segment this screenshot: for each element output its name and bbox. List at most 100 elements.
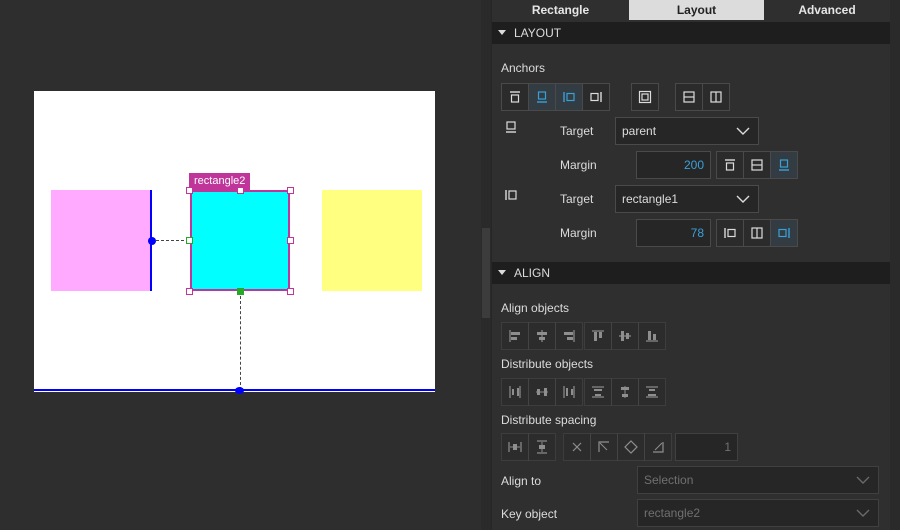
layout-section-title: LAYOUT (514, 26, 562, 40)
distribute-center-icon (536, 388, 548, 396)
horizontal-target-combobox[interactable]: rectangle1 (615, 185, 759, 213)
distribute-top-icon (592, 386, 604, 398)
rectangle3[interactable] (322, 190, 422, 291)
resize-handle-bottom-left[interactable] (186, 288, 193, 295)
distribute-middle-button[interactable] (611, 378, 639, 406)
tab-advanced[interactable]: Advanced (764, 0, 890, 20)
panel-scrollbar[interactable] (890, 0, 900, 530)
anchor-right-icon (778, 228, 790, 238)
distribute-vertical-buttons (584, 378, 666, 406)
chevron-down-icon (736, 195, 750, 203)
close-icon (572, 442, 582, 452)
anchor-fill-button[interactable] (631, 83, 659, 111)
resize-handle-top[interactable] (237, 187, 244, 194)
align-top-button[interactable] (584, 322, 612, 350)
resize-handle-right[interactable] (287, 237, 294, 244)
align-horizontal-buttons (501, 322, 583, 350)
distribute-center-button[interactable] (528, 378, 556, 406)
vertical-margin-spinbox[interactable]: 200 (636, 151, 711, 179)
rectangle2-selected[interactable] (190, 190, 290, 291)
distribute-right-button[interactable] (555, 378, 583, 406)
vertical-anchor-bottom-button[interactable] (770, 151, 798, 179)
anchor-vertical-center-button[interactable] (675, 83, 703, 111)
property-tabs: Rectangle Layout Advanced (492, 0, 890, 20)
chevron-down-icon (856, 509, 870, 517)
align-vertical-buttons (584, 322, 666, 350)
key-object-label: Key object (501, 507, 558, 521)
distribute-spacing-buttons (501, 433, 556, 461)
spacing-none-button[interactable] (563, 433, 591, 461)
vertical-target-value: parent (622, 124, 657, 138)
anchor-handle-left[interactable] (186, 237, 193, 244)
distribute-top-button[interactable] (584, 378, 612, 406)
diamond-icon (624, 440, 638, 454)
vertical-margin-guide (240, 296, 241, 390)
anchor-top-button[interactable] (501, 83, 529, 111)
anchor-horizontal-center-icon (710, 91, 722, 103)
corner-bottom-right-icon (653, 442, 664, 453)
align-left-button[interactable] (501, 322, 529, 350)
align-right-icon (564, 330, 575, 342)
bottom-anchor-icon (506, 121, 516, 133)
chevron-down-icon (736, 127, 750, 135)
spacing-center-button[interactable] (617, 433, 645, 461)
collapse-arrow-icon (498, 30, 506, 35)
vertical-anchor-center-button[interactable] (743, 151, 771, 179)
spacing-bottom-right-button[interactable] (644, 433, 672, 461)
rectangle1[interactable] (51, 190, 151, 291)
spacing-value-spinbox[interactable]: 1 (675, 433, 738, 461)
align-bottom-button[interactable] (638, 322, 666, 350)
anchor-edge-buttons (501, 83, 610, 111)
layout-section-header[interactable]: LAYOUT (492, 22, 890, 44)
key-object-combobox[interactable]: rectangle2 (637, 499, 879, 527)
horizontal-margin-guide (156, 240, 189, 241)
anchor-right-button[interactable] (582, 83, 610, 111)
horizontal-anchor-center-button[interactable] (743, 219, 771, 247)
key-object-value: rectangle2 (644, 506, 701, 520)
anchor-bottom-button[interactable] (528, 83, 556, 111)
resize-handle-bottom-right[interactable] (287, 288, 294, 295)
resize-handle-top-left[interactable] (186, 187, 193, 194)
distribute-bottom-icon (646, 386, 658, 398)
anchors-label: Anchors (501, 61, 546, 75)
distribute-right-icon (563, 386, 575, 398)
vertical-margin-label: Margin (560, 158, 597, 172)
anchor-bottom-icon (537, 91, 547, 103)
vertical-anchor-mode-buttons (716, 151, 798, 179)
horizontal-anchor-right-button[interactable] (770, 219, 798, 247)
align-section-title: ALIGN (514, 266, 551, 280)
distribute-left-button[interactable] (501, 378, 529, 406)
resize-handle-top-right[interactable] (287, 187, 294, 194)
align-bottom-icon (646, 331, 658, 342)
spacing-top-left-button[interactable] (590, 433, 618, 461)
distribute-middle-icon (621, 386, 629, 398)
vertical-target-combobox[interactable]: parent (615, 117, 759, 145)
properties-panel: Rectangle Layout Advanced LAYOUT Anchors (492, 0, 890, 530)
align-to-combobox[interactable]: Selection (637, 466, 879, 494)
vertical-anchor-top-button[interactable] (716, 151, 744, 179)
anchor-left-button[interactable] (555, 83, 583, 111)
align-middle-button[interactable] (611, 322, 639, 350)
anchor-top-icon (725, 159, 735, 171)
align-left-icon (509, 330, 520, 342)
canvas-scrollbar-thumb[interactable] (482, 228, 490, 318)
anchor-handle-bottom[interactable] (237, 288, 244, 295)
align-vertical-center-icon (619, 331, 631, 341)
tab-layout[interactable]: Layout (629, 0, 764, 20)
align-right-button[interactable] (555, 322, 583, 350)
left-anchor-icon (505, 190, 517, 200)
anchor-vertical-center-icon (683, 91, 695, 103)
horizontal-margin-spinbox[interactable]: 78 (636, 219, 711, 247)
align-section-header[interactable]: ALIGN (492, 262, 890, 284)
anchor-left-icon (724, 228, 736, 238)
chevron-down-icon (856, 476, 870, 484)
horizontal-anchor-left-button[interactable] (716, 219, 744, 247)
tab-rectangle[interactable]: Rectangle (492, 0, 629, 20)
distribute-spacing-horizontal-button[interactable] (501, 433, 529, 461)
align-center-button[interactable] (528, 322, 556, 350)
anchor-horizontal-center-button[interactable] (702, 83, 730, 111)
anchor-fill-icon (638, 90, 652, 104)
anchor-fill-group (631, 83, 659, 111)
distribute-spacing-vertical-button[interactable] (528, 433, 556, 461)
distribute-bottom-button[interactable] (638, 378, 666, 406)
